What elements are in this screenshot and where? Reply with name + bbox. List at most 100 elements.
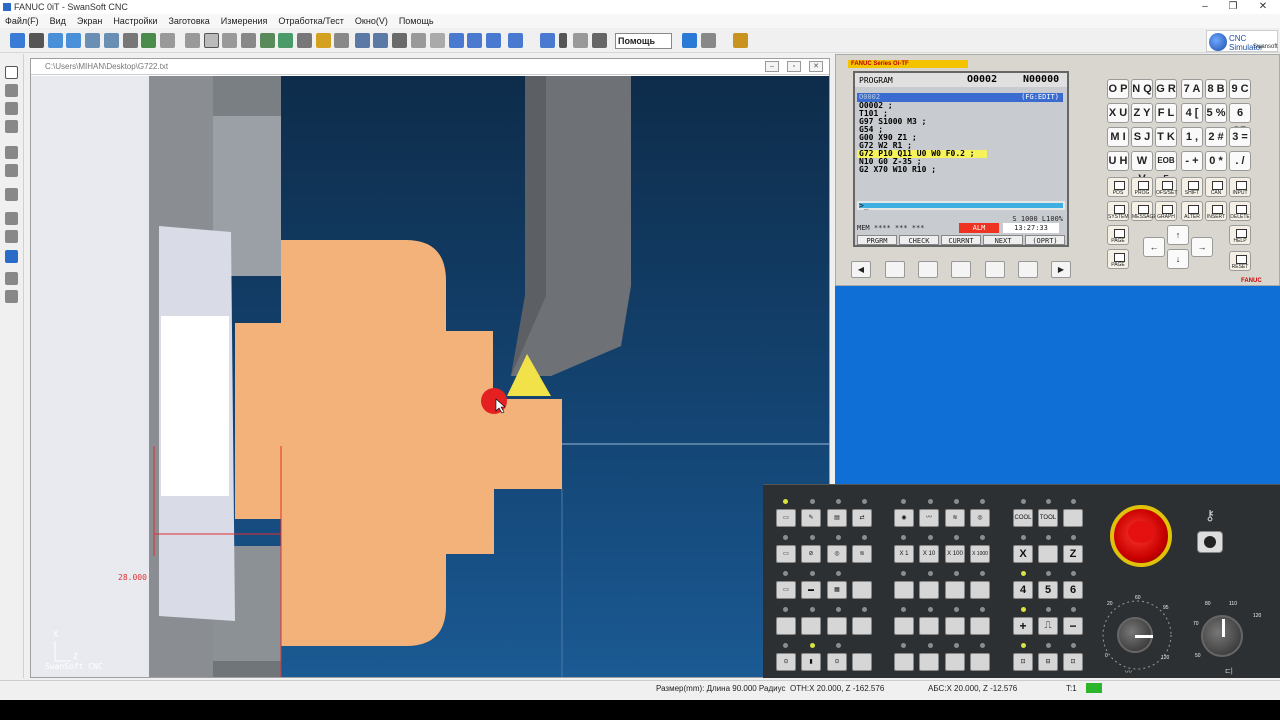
key-u[interactable]: U H: [1107, 151, 1129, 171]
dry-run-button[interactable]: ≋: [852, 545, 872, 563]
jog-minus-button[interactable]: −: [1063, 617, 1083, 635]
key-down-arrow[interactable]: ↓: [1167, 249, 1189, 269]
help-select[interactable]: Помощь: [615, 33, 672, 49]
key-0[interactable]: 0 *: [1205, 151, 1227, 171]
spindle-ccw-button[interactable]: ⊡: [1063, 653, 1083, 671]
rapid-button[interactable]: ⎍: [1038, 617, 1058, 635]
key-o[interactable]: O P: [1107, 79, 1129, 99]
blank-button-19[interactable]: [1063, 509, 1083, 527]
blank-button-5[interactable]: [852, 617, 872, 635]
key-8[interactable]: 8 B: [1205, 79, 1227, 99]
blank-button-3[interactable]: [801, 617, 821, 635]
stop-icon[interactable]: [701, 33, 716, 48]
jog-button[interactable]: 〰: [919, 509, 939, 527]
key-eob[interactable]: EOB E: [1155, 151, 1177, 183]
key-1[interactable]: 1 ,: [1181, 127, 1203, 147]
zoom-out-icon[interactable]: [66, 33, 81, 48]
spindle-stop-button[interactable]: ⊟: [1038, 653, 1058, 671]
open-file-icon[interactable]: [10, 33, 25, 48]
measure-icon[interactable]: [260, 33, 275, 48]
tool-path-icon[interactable]: [241, 33, 256, 48]
light-icon[interactable]: [316, 33, 331, 48]
tool-change-icon[interactable]: [486, 33, 501, 48]
reference-return-button[interactable]: ◉: [894, 509, 914, 527]
refresh-icon[interactable]: [508, 33, 523, 48]
view-front-icon[interactable]: [185, 33, 200, 48]
key-message[interactable]: MESSAGE: [1131, 201, 1157, 221]
export-icon[interactable]: [5, 290, 18, 303]
rotate-icon[interactable]: [141, 33, 156, 48]
single-block-button[interactable]: ▭: [776, 545, 796, 563]
menu-screen[interactable]: Экран: [77, 16, 102, 26]
select-arrow-icon[interactable]: [29, 33, 44, 48]
menu-settings[interactable]: Настройки: [113, 16, 157, 26]
key-pos[interactable]: POS: [1107, 177, 1129, 197]
key-graph[interactable]: GRAPH: [1155, 201, 1177, 221]
dimension-icon[interactable]: [430, 33, 445, 48]
spindle-override-dial[interactable]: [1201, 615, 1243, 657]
mdi-mode-button[interactable]: ▤: [827, 509, 847, 527]
chuck-icon[interactable]: [278, 33, 293, 48]
blank-button-11[interactable]: [894, 617, 914, 635]
increment-button[interactable]: ≋: [945, 509, 965, 527]
blank-button-12[interactable]: [919, 617, 939, 635]
key-w[interactable]: W V: [1131, 151, 1153, 185]
mult-x1000-button[interactable]: X 1000: [970, 545, 990, 563]
key-minus[interactable]: - +: [1181, 151, 1203, 171]
softkey-1[interactable]: [885, 261, 905, 278]
menu-help[interactable]: Помощь: [399, 16, 434, 26]
run-icon[interactable]: [467, 33, 482, 48]
menu-window[interactable]: Окно(V): [355, 16, 388, 26]
axis-x-button[interactable]: X: [1013, 545, 1033, 563]
key-5[interactable]: 5 %: [1205, 103, 1227, 123]
mult-x1-button[interactable]: X 1: [894, 545, 914, 563]
key-shift[interactable]: SHIFT: [1181, 177, 1203, 197]
softkey-check[interactable]: CHECK: [899, 235, 939, 245]
axis-z-button[interactable]: Z: [1063, 545, 1083, 563]
fit-view-icon[interactable]: [104, 33, 119, 48]
softkey-next[interactable]: NEXT: [983, 235, 1023, 245]
key-reset[interactable]: RESET: [1229, 251, 1251, 271]
key-n[interactable]: N Q: [1131, 79, 1153, 99]
brush-icon[interactable]: [5, 102, 18, 115]
tool-button[interactable]: TOOL: [1038, 509, 1058, 527]
menu-file[interactable]: Файл(F): [5, 16, 39, 26]
mult-x100-button[interactable]: X 100: [945, 545, 965, 563]
key-prog[interactable]: PROG: [1131, 177, 1153, 197]
play-icon[interactable]: [682, 33, 697, 48]
key-up-arrow[interactable]: ↑: [1167, 225, 1189, 245]
blank-button-2[interactable]: [776, 617, 796, 635]
blank-button-17[interactable]: [945, 653, 965, 671]
key-3[interactable]: 3 =: [1229, 127, 1251, 147]
tailstock-icon[interactable]: [297, 33, 312, 48]
cycle-start-button[interactable]: ⊙: [776, 653, 796, 671]
handwheel-button[interactable]: ◎: [970, 509, 990, 527]
key-t[interactable]: T K: [1155, 127, 1177, 147]
blank-button-6[interactable]: [852, 653, 872, 671]
input-line[interactable]: >_: [857, 201, 1065, 210]
key-7[interactable]: 7 A: [1181, 79, 1203, 99]
new-icon[interactable]: [5, 66, 18, 79]
blank-button-15[interactable]: [894, 653, 914, 671]
key-z[interactable]: Z Y: [1131, 103, 1153, 123]
blank-button-10[interactable]: [970, 581, 990, 599]
key-dot[interactable]: . /: [1229, 151, 1251, 171]
menu-test[interactable]: Отработка/Тест: [278, 16, 343, 26]
key-page-down[interactable]: PAGE: [1107, 249, 1129, 269]
section-icon[interactable]: [411, 33, 426, 48]
chart-icon[interactable]: [5, 272, 18, 285]
view-close-button[interactable]: ✕: [809, 61, 823, 72]
blank-button-14[interactable]: [970, 617, 990, 635]
key-f[interactable]: F L: [1155, 103, 1177, 123]
program-icon[interactable]: [449, 33, 464, 48]
view-side-icon[interactable]: [222, 33, 237, 48]
key-switch[interactable]: [1197, 531, 1223, 553]
softkey-oprt[interactable]: (OPRT): [1025, 235, 1065, 245]
layers-icon[interactable]: [5, 164, 18, 177]
menu-view[interactable]: Вид: [50, 16, 66, 26]
key-page-up[interactable]: PAGE: [1107, 225, 1129, 245]
program-restart-button[interactable]: ▬: [801, 581, 821, 599]
key-x[interactable]: X U: [1107, 103, 1129, 123]
mult-x10-button[interactable]: X 10: [919, 545, 939, 563]
axis-6-button[interactable]: 6: [1063, 581, 1083, 599]
